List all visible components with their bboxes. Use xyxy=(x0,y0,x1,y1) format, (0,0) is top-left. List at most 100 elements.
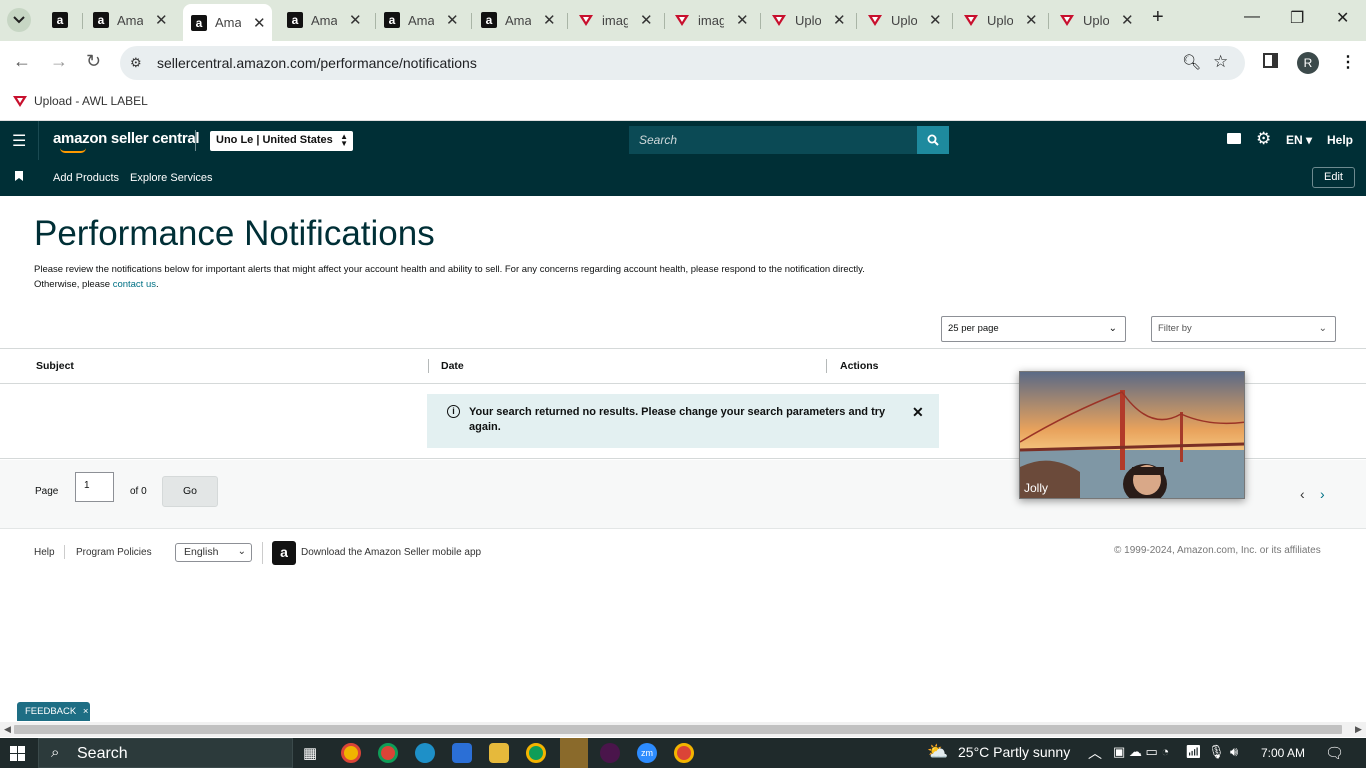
tab-6[interactable]: imag ✕ xyxy=(578,5,653,35)
forward-arrow-icon[interactable]: → xyxy=(50,51,68,72)
slack-icon[interactable] xyxy=(600,743,620,763)
zoom-icon[interactable]: zm xyxy=(637,743,657,763)
tab-label: Ama xyxy=(505,12,531,28)
close-icon[interactable]: ✕ xyxy=(1025,11,1038,29)
minimize-icon[interactable]: — xyxy=(1244,8,1260,26)
page-number-input[interactable]: 1 xyxy=(75,472,114,502)
footer-program-policies-link[interactable]: Program Policies xyxy=(76,547,152,558)
tab-2-active[interactable]: a Ama ✕ xyxy=(183,4,272,41)
close-icon[interactable]: × xyxy=(83,706,89,717)
language-selector[interactable]: EN ▾ xyxy=(1286,133,1312,147)
tab-4[interactable]: a Ama ✕ xyxy=(384,5,459,35)
scroll-left-icon[interactable]: ◀ xyxy=(4,724,11,735)
nav-add-products[interactable]: Add Products xyxy=(53,172,119,184)
browser-menu-icon[interactable]: ⋮ xyxy=(1340,52,1356,72)
nav-explore-services[interactable]: Explore Services xyxy=(130,172,213,184)
clock-time[interactable]: 7:00 AM xyxy=(1261,746,1305,760)
close-icon[interactable]: ✕ xyxy=(446,11,459,29)
download-app-link[interactable]: Download the Amazon Seller mobile app xyxy=(301,547,481,558)
scroll-right-icon[interactable]: ▶ xyxy=(1355,724,1362,735)
restore-icon[interactable]: ❐ xyxy=(1290,8,1304,28)
windows-start-icon[interactable] xyxy=(10,746,25,761)
reload-icon[interactable]: ↻ xyxy=(86,51,101,72)
prev-page-icon[interactable]: ‹ xyxy=(1300,486,1305,502)
chevron-up-icon[interactable]: ︿ xyxy=(1088,743,1102,763)
filter-select[interactable]: Filter by ⌄ xyxy=(1151,316,1336,342)
tab-search-chevron-icon[interactable] xyxy=(7,8,31,32)
next-page-icon[interactable]: › xyxy=(1320,486,1325,502)
hamburger-menu-icon[interactable]: ☰ xyxy=(12,131,26,151)
url-text[interactable]: sellercentral.amazon.com/performance/not… xyxy=(157,55,477,71)
close-icon[interactable]: ✕ xyxy=(736,11,749,29)
close-icon[interactable]: ✕ xyxy=(912,404,924,421)
taskbar-search[interactable]: ⌕ Search xyxy=(38,738,293,768)
video-call-tile[interactable]: Jolly xyxy=(1019,371,1245,499)
contact-us-link[interactable]: contact us xyxy=(113,279,156,290)
chrome-icon[interactable] xyxy=(378,743,398,763)
chevron-down-icon: ⌄ xyxy=(1108,323,1117,334)
horizontal-scrollbar[interactable]: ◀ ▶ xyxy=(0,722,1366,737)
site-settings-icon[interactable]: ⚙ xyxy=(130,55,142,71)
tab-9[interactable]: Uplo ✕ xyxy=(867,5,942,35)
bookmark-label: Upload - AWL LABEL xyxy=(34,94,148,108)
go-button[interactable]: Go xyxy=(162,476,218,507)
new-tab-plus-icon[interactable]: + xyxy=(1152,6,1164,29)
tab-1[interactable]: a Ama ✕ xyxy=(93,5,168,35)
side-panel-icon[interactable] xyxy=(1263,53,1278,68)
store-icon[interactable] xyxy=(452,743,472,763)
help-link[interactable]: Help xyxy=(1327,133,1353,147)
chrome-icon[interactable] xyxy=(341,743,361,763)
omnibox[interactable]: ⚙ sellercentral.amazon.com/performance/n… xyxy=(120,46,1245,80)
network-icon[interactable]: 📶︎ xyxy=(1185,744,1202,760)
per-page-select[interactable]: 25 per page ⌄ xyxy=(941,316,1126,342)
bookmark-icon[interactable] xyxy=(15,171,23,181)
tray-icons[interactable]: ▣ ☁ ▭ ◔ xyxy=(1113,744,1169,760)
tab-3[interactable]: a Ama ✕ xyxy=(287,5,362,35)
profile-avatar[interactable]: R xyxy=(1297,52,1319,74)
tab-10[interactable]: Uplo ✕ xyxy=(963,5,1038,35)
mail-icon[interactable] xyxy=(1227,133,1241,144)
notifications-icon[interactable]: 🗨︎ xyxy=(1325,744,1344,762)
file-explorer-icon[interactable] xyxy=(489,743,509,763)
amazon-app-icon[interactable]: a xyxy=(272,541,296,565)
telegram-icon[interactable] xyxy=(560,738,588,768)
close-icon[interactable]: ✕ xyxy=(543,11,556,29)
scrollbar-thumb[interactable] xyxy=(14,725,1342,734)
close-icon[interactable]: ✕ xyxy=(640,11,653,29)
edge-icon[interactable] xyxy=(415,743,435,763)
feedback-button[interactable]: FEEDBACK × xyxy=(17,702,90,721)
speaker-icon[interactable]: 🔊︎ xyxy=(1230,744,1238,760)
footer-language-select[interactable]: English ⌄ xyxy=(175,543,252,562)
tab-11[interactable]: Uplo ✕ xyxy=(1059,5,1134,35)
microphone-icon[interactable]: 🎙︎ xyxy=(1208,744,1225,760)
marketplace-selector[interactable]: Uno Le | United States ▲ ▼ xyxy=(210,131,353,151)
tab-8[interactable]: Uplo ✕ xyxy=(771,5,846,35)
search-button[interactable] xyxy=(917,126,949,154)
search-input[interactable]: Search xyxy=(629,126,918,154)
weather-icon[interactable]: ⛅ xyxy=(927,742,948,762)
column-subject[interactable]: Subject xyxy=(36,360,74,372)
weather-text[interactable]: 25°C Partly sunny xyxy=(958,744,1070,760)
tab-5[interactable]: a Ama ✕ xyxy=(481,5,556,35)
close-icon[interactable]: ✕ xyxy=(349,11,362,29)
zoom-icon[interactable]: 🔍︎ xyxy=(1182,53,1201,71)
back-arrow-icon[interactable]: ← xyxy=(13,51,31,72)
amazon-seller-central-logo[interactable]: amazon seller central xyxy=(53,130,200,147)
edit-button[interactable]: Edit xyxy=(1312,167,1355,188)
close-icon[interactable]: ✕ xyxy=(253,14,266,32)
chrome-icon[interactable] xyxy=(526,743,546,763)
footer-help-link[interactable]: Help xyxy=(34,547,55,558)
task-view-icon[interactable]: ▦ xyxy=(303,744,317,762)
tab-7[interactable]: imag ✕ xyxy=(674,5,749,35)
bookmark-upload-awl[interactable]: Upload - AWL LABEL xyxy=(12,93,148,109)
gear-icon[interactable]: ⚙ xyxy=(1256,129,1271,149)
window-close-icon[interactable]: ✕ xyxy=(1336,8,1349,28)
column-date[interactable]: Date xyxy=(441,360,464,372)
close-icon[interactable]: ✕ xyxy=(1121,11,1134,29)
close-icon[interactable]: ✕ xyxy=(929,11,942,29)
bookmark-star-icon[interactable]: ☆ xyxy=(1213,52,1228,72)
tab-0[interactable]: a xyxy=(52,5,76,35)
close-icon[interactable]: ✕ xyxy=(155,11,168,29)
close-icon[interactable]: ✕ xyxy=(833,11,846,29)
chrome-icon[interactable] xyxy=(674,743,694,763)
